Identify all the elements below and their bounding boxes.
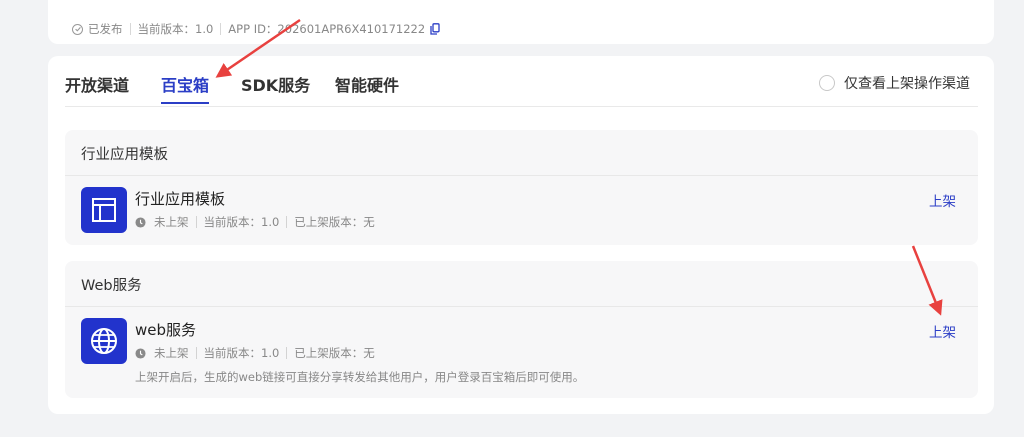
item-status: 未上架 [154,215,189,229]
item-meta: 未上架 当前版本：1.0 已上架版本：无 [135,345,375,361]
listed-only-radio[interactable] [819,75,835,91]
item-title: web服务 [135,321,197,339]
divider [65,175,978,176]
published-check-icon [72,23,83,35]
section-title: 行业应用模板 [81,147,168,163]
tab-sdk-service[interactable]: SDK服务 [241,72,310,96]
app-current-version: 当前版本：1.0 [137,22,214,36]
divider [286,347,288,359]
section-title: Web服务 [81,278,142,294]
item-description: 上架开启后，生成的web链接可直接分享转发给其他用户，用户登录百宝箱后即可使用。 [135,370,585,384]
divider [195,216,197,228]
item-published-version: 已上架版本：无 [294,346,375,360]
divider [286,216,288,228]
tab-smart-hardware[interactable]: 智能硬件 [335,72,399,96]
item-current-version: 当前版本：1.0 [203,215,280,229]
clock-icon [135,216,146,228]
item-status: 未上架 [154,346,189,360]
section-web-service: Web服务 web服务 未上架 当前版本：1.0 已上架版本：无 上架开启后，生… [65,261,978,398]
listed-only-filter[interactable]: 仅查看上架操作渠道 [819,73,970,93]
divider [220,23,222,35]
item-published-version: 已上架版本：无 [294,215,375,229]
item-current-version: 当前版本：1.0 [203,346,280,360]
tab-treasure-box[interactable]: 百宝箱 [161,72,210,104]
divider [129,23,131,35]
clock-icon [135,347,146,359]
divider [195,347,197,359]
listed-only-label: 仅查看上架操作渠道 [844,76,970,92]
list-button-industry-template[interactable]: 上架 [929,190,956,210]
channels-card: 开放渠道 百宝箱 SDK服务 智能硬件 仅查看上架操作渠道 行业应用模板 行业应… [48,56,994,414]
app-id: APP ID：202601APR6X410171222 [228,22,426,36]
globe-icon [81,318,127,364]
item-meta: 未上架 当前版本：1.0 已上架版本：无 [135,214,375,230]
channel-tabs: 开放渠道 百宝箱 SDK服务 智能硬件 仅查看上架操作渠道 [65,56,978,107]
item-title: 行业应用模板 [135,190,226,208]
list-button-web-service[interactable]: 上架 [929,321,956,341]
app-status: 已发布 [88,22,123,36]
layout-template-icon [81,187,127,233]
copy-icon[interactable] [430,23,440,35]
tab-open-channels[interactable]: 开放渠道 [65,72,129,96]
divider [65,306,978,307]
app-meta-row: 已发布 当前版本：1.0 APP ID：202601APR6X410171222 [72,20,440,38]
section-industry-template: 行业应用模板 行业应用模板 未上架 当前版本：1.0 已上架版本：无 上架 [65,130,978,245]
